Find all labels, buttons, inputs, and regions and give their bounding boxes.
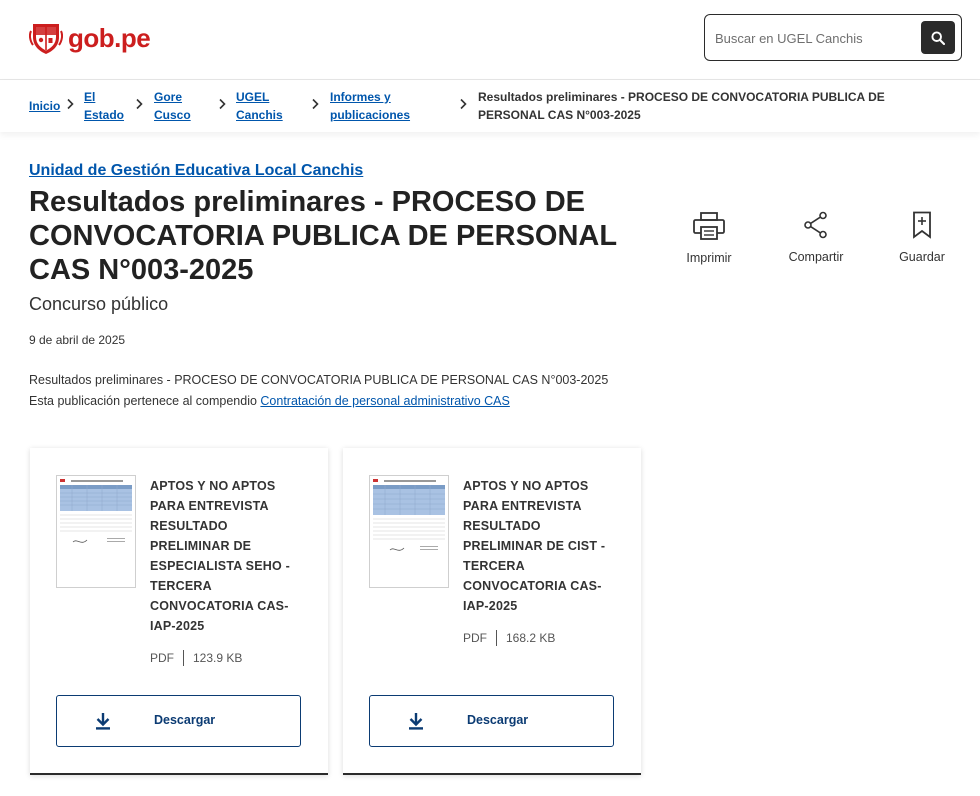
breadcrumb-label: Informes y bbox=[330, 90, 391, 104]
search-button[interactable] bbox=[921, 21, 955, 54]
share-icon bbox=[804, 211, 827, 239]
logo-text: gob.pe bbox=[68, 23, 151, 53]
document-meta: PDF 168.2 KB bbox=[463, 630, 555, 646]
share-label: Compartir bbox=[788, 250, 844, 264]
chevron-right-icon bbox=[136, 98, 143, 110]
save-label: Guardar bbox=[899, 250, 945, 264]
document-thumbnail[interactable] bbox=[56, 475, 136, 588]
compendium-link[interactable]: Contratación de personal administrativo … bbox=[260, 394, 509, 408]
breadcrumb-el-estado[interactable]: El Estado bbox=[84, 88, 124, 124]
download-label: Descargar bbox=[467, 713, 529, 727]
document-format: PDF bbox=[463, 631, 487, 645]
breadcrumb-label: El bbox=[84, 90, 96, 104]
document-size: 168.2 KB bbox=[506, 631, 556, 645]
breadcrumb-label: UGEL bbox=[236, 90, 270, 104]
breadcrumb-label: Estado bbox=[84, 108, 125, 122]
breadcrumb-ugel-canchis[interactable]: UGEL Canchis bbox=[236, 88, 283, 124]
breadcrumb-gore-cusco[interactable]: Gore Cusco bbox=[154, 88, 191, 124]
document-title: APTOS Y NO APTOS PARA ENTREVISTA RESULTA… bbox=[150, 479, 290, 633]
meta-divider bbox=[183, 650, 184, 666]
compendium-prefix: Esta publicación pertenece al compendio bbox=[29, 394, 261, 408]
organization-link[interactable]: Unidad de Gestión Educativa Local Canchi… bbox=[29, 160, 363, 182]
print-label: Imprimir bbox=[686, 251, 732, 265]
document-format: PDF bbox=[150, 651, 174, 665]
publication-date: 9 de abril de 2025 bbox=[29, 333, 126, 347]
page-title: Resultados preliminares - PROCESO DE CON… bbox=[29, 186, 617, 286]
print-button[interactable]: Imprimir bbox=[669, 212, 749, 265]
printer-icon bbox=[693, 212, 725, 240]
chevron-right-icon bbox=[460, 98, 467, 110]
download-icon bbox=[409, 713, 423, 730]
breadcrumb-label: Canchis bbox=[236, 108, 283, 122]
document-size: 123.9 KB bbox=[193, 651, 243, 665]
download-button[interactable]: Descargar bbox=[369, 695, 614, 747]
search-box bbox=[704, 14, 962, 61]
share-button[interactable]: Compartir bbox=[776, 211, 856, 264]
gob-pe-logo[interactable]: gob.pe bbox=[29, 20, 151, 56]
search-input[interactable] bbox=[715, 25, 915, 51]
breadcrumb-inicio[interactable]: Inicio bbox=[29, 97, 60, 115]
search-icon bbox=[931, 30, 945, 45]
document-title: APTOS Y NO APTOS PARA ENTREVISTA RESULTA… bbox=[463, 479, 606, 613]
breadcrumb: Inicio El Estado Gore Cusco UGEL Canchis… bbox=[0, 80, 980, 132]
site-header: gob.pe bbox=[0, 0, 980, 80]
peru-shield-icon bbox=[29, 24, 63, 54]
document-meta: PDF 123.9 KB bbox=[150, 650, 242, 666]
bookmark-icon bbox=[913, 211, 931, 239]
pdf-preview-icon bbox=[373, 479, 445, 551]
compendium-note: Esta publicación pertenece al compendio … bbox=[29, 392, 510, 410]
breadcrumb-label: Gore bbox=[154, 90, 183, 104]
page-subtitle: Concurso público bbox=[29, 294, 169, 314]
save-button[interactable]: Guardar bbox=[882, 211, 962, 264]
breadcrumb-label: Cusco bbox=[154, 108, 191, 122]
chevron-right-icon bbox=[219, 98, 226, 110]
description: Resultados preliminares - PROCESO DE CON… bbox=[29, 373, 609, 387]
pdf-preview-icon bbox=[60, 479, 132, 543]
breadcrumb-label: publicaciones bbox=[330, 108, 411, 122]
breadcrumb-label: Inicio bbox=[29, 99, 61, 113]
meta-divider bbox=[496, 630, 497, 646]
document-card: APTOS Y NO APTOS PARA ENTREVISTA RESULTA… bbox=[343, 448, 641, 775]
chevron-right-icon bbox=[67, 98, 74, 110]
download-button[interactable]: Descargar bbox=[56, 695, 301, 747]
chevron-right-icon bbox=[312, 98, 319, 110]
document-card: APTOS Y NO APTOS PARA ENTREVISTA RESULTA… bbox=[30, 448, 328, 775]
breadcrumb-informes[interactable]: Informes y publicaciones bbox=[330, 88, 410, 124]
download-label: Descargar bbox=[154, 713, 216, 727]
document-thumbnail[interactable] bbox=[369, 475, 449, 588]
breadcrumb-current: Resultados preliminares - PROCESO DE CON… bbox=[478, 90, 885, 122]
download-icon bbox=[96, 713, 110, 730]
